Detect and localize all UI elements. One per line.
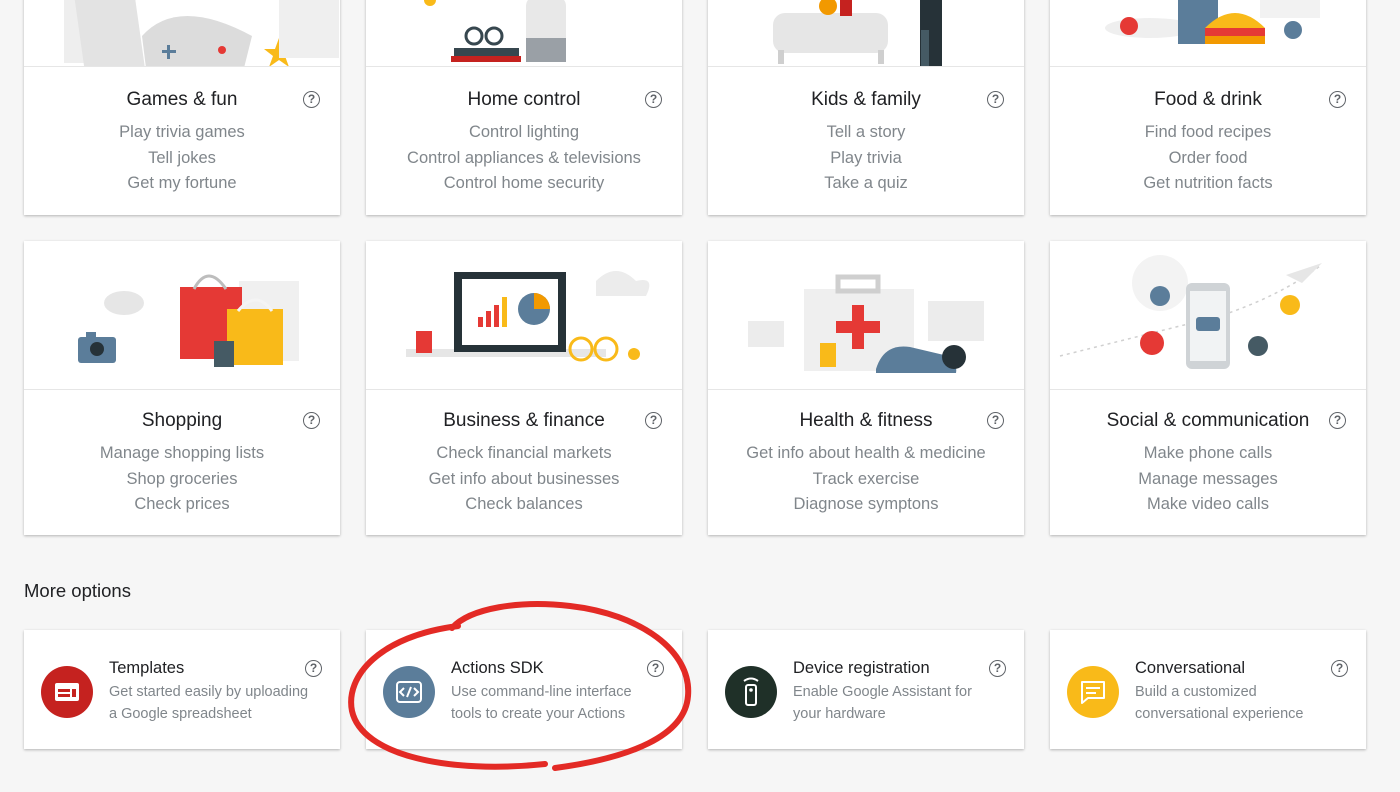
category-item[interactable]: Find food recipes	[1050, 120, 1366, 146]
category-title: Health & fitness	[799, 410, 933, 431]
category-item[interactable]: Check balances	[366, 492, 682, 518]
help-icon[interactable]: ?	[647, 660, 664, 677]
option-description: Use command-line interface tools to crea…	[451, 682, 666, 725]
option-description: Enable Google Assistant for your hardwar…	[793, 682, 1008, 725]
category-item[interactable]: Order food	[1050, 146, 1366, 172]
help-icon[interactable]: ?	[987, 91, 1004, 108]
home-control-illustration	[366, 0, 682, 67]
help-icon[interactable]: ?	[303, 91, 320, 108]
category-item[interactable]: Get nutrition facts	[1050, 171, 1366, 197]
category-item[interactable]: Control home security	[366, 171, 682, 197]
category-item[interactable]: Make phone calls	[1050, 441, 1366, 467]
category-card-social[interactable]: Social & communication ? Make phone call…	[1050, 241, 1366, 535]
code-icon	[383, 666, 435, 718]
category-title: Social & communication	[1106, 410, 1310, 431]
business-finance-illustration	[366, 241, 682, 390]
help-icon[interactable]: ?	[1329, 412, 1346, 429]
category-item[interactable]: Make video calls	[1050, 492, 1366, 518]
category-card-health[interactable]: Health & fitness ? Get info about health…	[708, 241, 1024, 535]
category-item[interactable]: Check financial markets	[366, 441, 682, 467]
option-title: Actions SDK	[451, 659, 544, 677]
category-item[interactable]: Get info about health & medicine	[708, 441, 1024, 467]
category-title: Business & finance	[443, 410, 605, 431]
option-description: Build a customized conversational experi…	[1135, 682, 1350, 725]
category-item[interactable]: Manage messages	[1050, 467, 1366, 493]
social-communication-illustration	[1050, 241, 1366, 390]
option-card-conversational[interactable]: Conversational Build a customized conver…	[1050, 630, 1366, 749]
help-icon[interactable]: ?	[1329, 91, 1346, 108]
category-title: Games & fun	[126, 89, 238, 110]
option-description: Get started easily by uploading a Google…	[109, 682, 324, 725]
help-icon[interactable]: ?	[989, 660, 1006, 677]
category-item[interactable]: Manage shopping lists	[24, 441, 340, 467]
help-icon[interactable]: ?	[303, 412, 320, 429]
option-description-line: Enable Google Assistant for	[793, 684, 972, 700]
option-title: Device registration	[793, 659, 930, 677]
category-item[interactable]: Control appliances & televisions	[366, 146, 682, 172]
category-item[interactable]: Get my fortune	[24, 171, 340, 197]
category-item[interactable]: Take a quiz	[708, 171, 1024, 197]
category-card-food[interactable]: Food & drink ? Find food recipes Order f…	[1050, 0, 1366, 215]
option-description-line: a Google spreadsheet	[109, 705, 252, 722]
category-item[interactable]: Play trivia games	[24, 120, 340, 146]
option-description-line: Use command-line interface	[451, 684, 632, 700]
category-title: Food & drink	[1154, 89, 1262, 110]
category-card-kids[interactable]: Kids & family ? Tell a story Play trivia…	[708, 0, 1024, 215]
option-card-actions-sdk[interactable]: Actions SDK Use command-line interface t…	[366, 630, 682, 749]
help-icon[interactable]: ?	[305, 660, 322, 677]
shopping-illustration	[24, 241, 340, 390]
option-description-line: your hardware	[793, 705, 886, 722]
category-card-games[interactable]: Games & fun ? Play trivia games Tell jok…	[24, 0, 340, 215]
category-title: Kids & family	[811, 89, 921, 110]
option-card-device-registration[interactable]: Device registration Enable Google Assist…	[708, 630, 1024, 749]
option-title: Templates	[109, 659, 185, 677]
kids-family-illustration	[708, 0, 1024, 67]
category-card-business[interactable]: Business & finance ? Check financial mar…	[366, 241, 682, 535]
category-item[interactable]: Diagnose symptons	[708, 492, 1024, 518]
category-title: Home control	[467, 89, 581, 110]
category-item[interactable]: Tell a story	[708, 120, 1024, 146]
food-drink-illustration	[1050, 0, 1366, 67]
help-icon[interactable]: ?	[1331, 660, 1348, 677]
chat-icon	[1067, 666, 1119, 718]
option-description-line: tools to create your Actions	[451, 705, 626, 722]
category-item[interactable]: Shop groceries	[24, 467, 340, 493]
category-item[interactable]: Tell jokes	[24, 146, 340, 172]
help-icon[interactable]: ?	[645, 412, 662, 429]
category-item[interactable]: Check prices	[24, 492, 340, 518]
option-description-line: Get started easily by uploading	[109, 684, 309, 700]
category-card-shopping[interactable]: Shopping ? Manage shopping lists Shop gr…	[24, 241, 340, 535]
option-card-templates[interactable]: Templates Get started easily by uploadin…	[24, 630, 340, 749]
help-icon[interactable]: ?	[987, 412, 1004, 429]
spreadsheet-icon	[41, 666, 93, 718]
category-item[interactable]: Get info about businesses	[366, 467, 682, 493]
health-fitness-illustration	[708, 241, 1024, 390]
category-item[interactable]: Play trivia	[708, 146, 1024, 172]
category-item[interactable]: Track exercise	[708, 467, 1024, 493]
category-card-home[interactable]: Home control ? Control lighting Control …	[366, 0, 682, 215]
category-item[interactable]: Control lighting	[366, 120, 682, 146]
option-description-line: conversational experience	[1135, 705, 1304, 722]
games-illustration	[24, 0, 340, 67]
device-icon	[725, 666, 777, 718]
help-icon[interactable]: ?	[645, 91, 662, 108]
category-title: Shopping	[141, 410, 223, 431]
more-options-heading: More options	[24, 580, 131, 601]
option-description-line: Build a customized	[1135, 684, 1257, 700]
option-title: Conversational	[1135, 659, 1246, 677]
